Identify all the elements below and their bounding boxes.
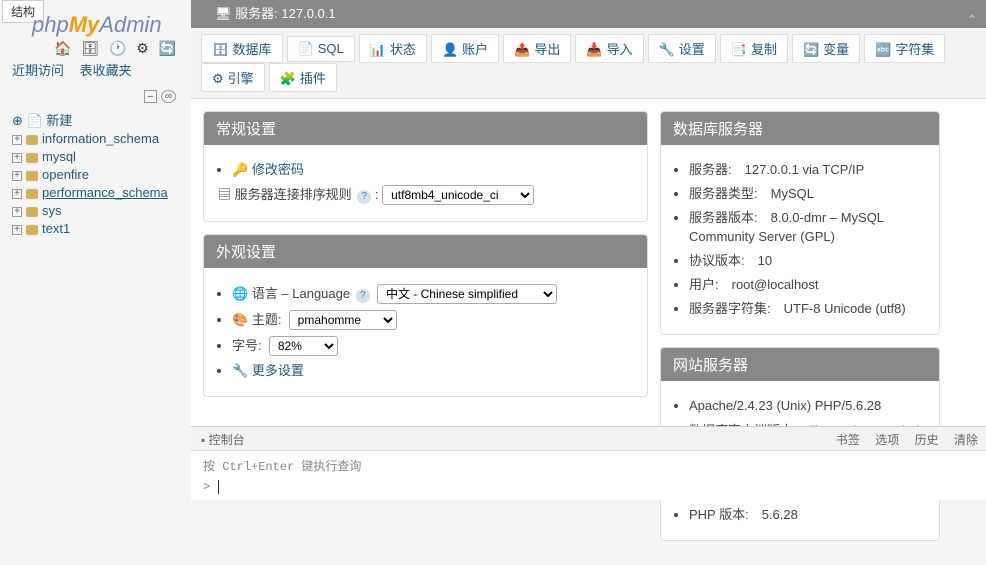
key-icon: 🔑	[232, 162, 248, 177]
collation-label: 服务器连接排序规则	[235, 187, 352, 202]
db-item[interactable]: +sys	[4, 202, 184, 220]
console-title[interactable]: 控制台	[209, 433, 245, 447]
tree-collapse-icon[interactable]: –	[144, 90, 158, 103]
language-select[interactable]: 中文 - Chinese simplified	[377, 284, 557, 304]
collation-icon: ▤	[218, 187, 231, 202]
list-item: 用户: root@localhost	[689, 276, 925, 294]
toolbar-账户[interactable]: 👤账户	[431, 34, 499, 63]
theme-select[interactable]: pmahomme	[289, 310, 397, 330]
list-item: 协议版本: 10	[689, 252, 925, 270]
phpmyadmin-logo: phpMyAdmin	[32, 12, 162, 38]
wrench-icon: 🔧	[232, 363, 248, 378]
panel-title: 数据库服务器	[661, 112, 939, 145]
globe-icon: 🌐	[232, 286, 248, 301]
console-input[interactable]: 按 Ctrl+Enter 键执行查询 >	[191, 451, 986, 500]
db-item[interactable]: +openfire	[4, 166, 184, 184]
db-server-panel: 数据库服务器 服务器: 127.0.0.1 via TCP/IP 服务器类型: M…	[660, 111, 940, 335]
server-icon: 🖥	[215, 6, 232, 21]
toolbar-变量[interactable]: 🔄变量	[792, 34, 860, 63]
language-label: 语言 – Language	[252, 286, 350, 301]
database-tree: – ∞ ⊕ 📄 新建 +information_schema +mysql +o…	[4, 86, 184, 238]
more-settings-link[interactable]: 更多设置	[252, 363, 304, 378]
font-label: 字号:	[232, 338, 262, 353]
console-clear[interactable]: 清除	[954, 433, 978, 447]
recent-tab[interactable]: 近期访问	[12, 63, 64, 78]
toolbar-SQL[interactable]: 📄SQL	[287, 36, 355, 62]
appearance-panel: 外观设置 🌐 语言 – Language ? 中文 - Chinese simp…	[203, 234, 648, 397]
toolbar-导出[interactable]: 📤导出	[503, 34, 571, 63]
list-item: PHP 版本: 5.6.28	[689, 506, 925, 524]
console-panel: ▪ 控制台 书签 选项 历史 清除 按 Ctrl+Enter 键执行查询 >	[191, 426, 986, 500]
toolbar-引擎[interactable]: ⚙引擎	[201, 63, 265, 92]
toolbar-数据库[interactable]: 🗄数据库	[201, 34, 283, 63]
db-item[interactable]: +mysql	[4, 148, 184, 166]
toolbar-导入[interactable]: 📥导入	[575, 34, 643, 63]
list-item: Apache/2.4.23 (Unix) PHP/5.6.28	[689, 397, 925, 415]
help-icon[interactable]: ?	[357, 190, 371, 204]
list-item: 服务器版本: 8.0.0-dmr – MySQL Community Serve…	[689, 209, 925, 245]
list-item: 服务器字符集: UTF-8 Unicode (utf8)	[689, 300, 925, 318]
db-item-selected[interactable]: +performance_schema	[4, 184, 184, 202]
help-icon[interactable]: ?	[356, 289, 370, 303]
console-bookmarks[interactable]: 书签	[836, 433, 860, 447]
panel-title: 外观设置	[204, 235, 647, 268]
console-history[interactable]: 历史	[915, 433, 939, 447]
close-icon[interactable]: ⌃	[966, 6, 978, 34]
breadcrumb: 🖥 服务器: 127.0.0.1 ⌃	[191, 0, 986, 28]
toolbar-字符集[interactable]: 🔤字符集	[864, 34, 945, 63]
top-toolbar: 🗄数据库📄SQL📊状态👤账户📤导出📥导入🔧设置📑复制🔄变量🔤字符集 ⚙引擎🧩插件	[191, 28, 986, 99]
logo-toolbar[interactable]: 🏠 🗄 🕐 ⚙ 🔄	[54, 40, 179, 57]
new-database[interactable]: ⊕ 📄 新建	[4, 112, 184, 130]
tree-filter-icon[interactable]: ∞	[161, 90, 176, 103]
general-settings-panel: 常规设置 🔑 修改密码 ▤ 服务器连接排序规则 ? : utf8mb4_unic…	[203, 111, 648, 222]
collation-select[interactable]: utf8mb4_unicode_ci	[382, 185, 534, 205]
console-options[interactable]: 选项	[875, 433, 899, 447]
favorites-tab[interactable]: 表收藏夹	[80, 63, 132, 78]
toolbar-状态[interactable]: 📊状态	[359, 34, 427, 63]
db-item[interactable]: +information_schema	[4, 130, 184, 148]
panel-title: 网站服务器	[661, 348, 939, 381]
list-item: 服务器: 127.0.0.1 via TCP/IP	[689, 161, 925, 179]
toolbar-插件[interactable]: 🧩插件	[269, 63, 337, 92]
theme-label: 主题:	[252, 312, 282, 327]
fontsize-select[interactable]: 82%	[269, 336, 338, 356]
theme-icon: 🎨	[232, 312, 248, 327]
list-item: 服务器类型: MySQL	[689, 185, 925, 203]
change-password-link[interactable]: 修改密码	[252, 162, 304, 177]
panel-title: 常规设置	[204, 112, 647, 145]
console-icon: ▪	[201, 433, 205, 447]
toolbar-复制[interactable]: 📑复制	[720, 34, 788, 63]
db-item[interactable]: +text1	[4, 220, 184, 238]
toolbar-设置[interactable]: 🔧设置	[648, 34, 716, 63]
